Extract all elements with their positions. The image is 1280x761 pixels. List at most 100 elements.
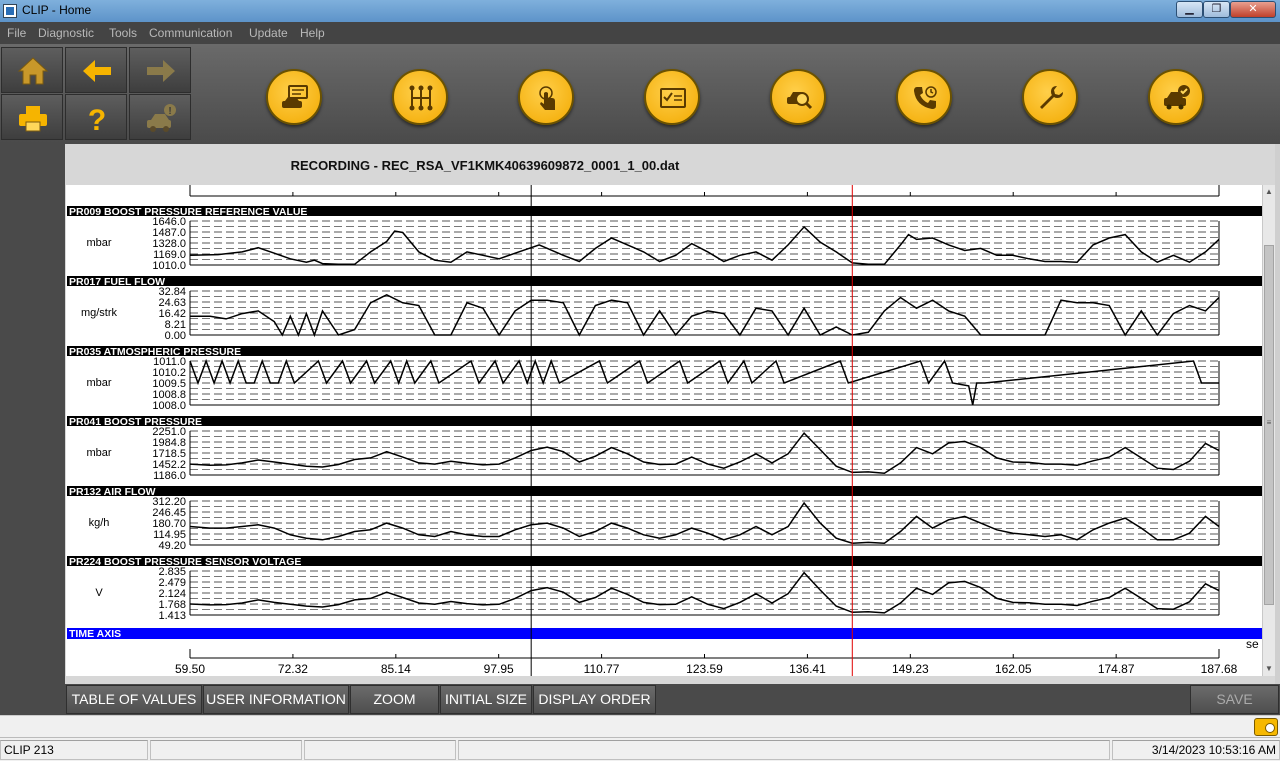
- series-line: [189, 501, 1220, 544]
- vehicle-search-icon: [787, 92, 813, 110]
- close-button[interactable]: ✕: [1230, 1, 1276, 18]
- scroll-down-icon[interactable]: ▼: [1264, 663, 1274, 675]
- channel-name: PR132 AIR FLOW: [69, 486, 156, 498]
- bottom-action-bar: TABLE OF VALUES USER INFORMATION ZOOM IN…: [0, 684, 1280, 715]
- arrow-right-icon: [147, 60, 175, 82]
- menu-diagnostic[interactable]: Diagnostic: [38, 26, 94, 40]
- status-clip-version: CLIP 213: [0, 740, 148, 760]
- time-tick-label: 136.41: [789, 662, 826, 676]
- time-tick-label: 97.95: [484, 662, 514, 676]
- channel-name: PR017 FUEL FLOW: [69, 276, 165, 288]
- time-tick-label: 187.68: [1201, 662, 1238, 676]
- status-datetime: 3/14/2023 10:53:16 AM: [1112, 740, 1280, 760]
- menu-help[interactable]: Help: [300, 26, 325, 40]
- status-cell-4: [458, 740, 1110, 760]
- time-tick-label: 110.77: [584, 662, 620, 676]
- channel-unit: kg/h: [89, 517, 110, 529]
- time-tick-label: 72.32: [278, 662, 308, 676]
- status-icon-row: [0, 715, 1280, 737]
- recording-title: RECORDING - REC_RSA_VF1KMK40639609872_00…: [290, 158, 680, 173]
- camera-icon[interactable]: [1254, 718, 1278, 736]
- vehicle-alert-icon: !: [147, 104, 176, 132]
- channel-name: PR009 BOOST PRESSURE REFERENCE VALUE: [69, 206, 307, 218]
- menu-bar: File Diagnostic Tools Communication Upda…: [0, 22, 1280, 44]
- channel-header-bar: [67, 346, 1262, 356]
- back-button[interactable]: [65, 47, 127, 93]
- status-cell-3: [304, 740, 456, 760]
- menu-communication[interactable]: Communication: [149, 26, 232, 40]
- channel-header-bar: [67, 276, 1262, 286]
- recording-chart[interactable]: PR009 BOOST PRESSURE REFERENCE VALUE mbar…: [66, 185, 1262, 676]
- time-axis-unit: se: [1246, 637, 1259, 651]
- series-line: [189, 431, 1220, 474]
- left-panel: [0, 144, 65, 684]
- ecu-network-button[interactable]: [392, 69, 448, 125]
- vehicle-id-button[interactable]: [266, 69, 322, 125]
- menu-tools[interactable]: Tools: [109, 26, 137, 40]
- series-line: [189, 358, 1219, 406]
- time-axis-bar: [67, 628, 1262, 639]
- channel-unit: V: [95, 587, 103, 599]
- vehicle-search-button[interactable]: [770, 69, 826, 125]
- wrench-button[interactable]: [1022, 69, 1078, 125]
- channel-header-bar: [67, 416, 1262, 426]
- svg-text:?: ?: [88, 104, 106, 133]
- home-button[interactable]: [1, 47, 63, 93]
- save-button[interactable]: SAVE: [1190, 685, 1279, 714]
- window-title: CLIP - Home: [22, 3, 92, 17]
- status-cell-2: [150, 740, 302, 760]
- vehicle-check-button[interactable]: [1148, 69, 1204, 125]
- print-button[interactable]: [1, 94, 63, 140]
- checklist-icon: [660, 88, 686, 108]
- arrow-left-icon: [83, 60, 111, 82]
- wrench-icon: [1040, 86, 1063, 109]
- status-bar: CLIP 213 3/14/2023 10:53:16 AM: [0, 737, 1280, 761]
- touch-icon: [539, 86, 555, 110]
- printer-icon: [19, 106, 47, 132]
- forward-button[interactable]: [129, 47, 191, 93]
- time-axis-label: TIME AXIS: [69, 628, 121, 640]
- vehicle-alert-button[interactable]: !: [129, 94, 191, 140]
- zoom-button[interactable]: ZOOM: [350, 685, 439, 714]
- phone-support-button[interactable]: [896, 69, 952, 125]
- y-tick-label: 1010.0: [152, 260, 186, 272]
- time-tick-label: 123.59: [686, 662, 723, 676]
- recording-plot-area: PR009 BOOST PRESSURE REFERENCE VALUE mbar…: [66, 185, 1262, 676]
- user-information-button[interactable]: USER INFORMATION: [203, 685, 349, 714]
- y-tick-label: 49.20: [158, 540, 186, 552]
- y-tick-label: 1008.0: [152, 400, 186, 412]
- recording-panel: RECORDING - REC_RSA_VF1KMK40639609872_00…: [65, 144, 1275, 684]
- right-strip: [1275, 144, 1280, 684]
- maximize-button[interactable]: ❐: [1203, 1, 1230, 18]
- vertical-scrollbar[interactable]: ▲ ≡ ▼: [1262, 185, 1275, 676]
- checklist-button[interactable]: [644, 69, 700, 125]
- ecu-network-icon: [409, 85, 433, 111]
- y-tick-label: 1186.0: [153, 470, 186, 482]
- touch-button[interactable]: [518, 69, 574, 125]
- menu-file[interactable]: File: [7, 26, 26, 40]
- channel-unit: mbar: [86, 377, 111, 389]
- y-tick-label: 0.00: [165, 330, 186, 342]
- title-bar: CLIP - Home ▁ ❐ ✕: [0, 0, 1280, 22]
- svg-text:!: !: [168, 106, 171, 117]
- channel-unit: mg/strk: [81, 307, 118, 319]
- time-tick-label: 85.14: [381, 662, 411, 676]
- vehicle-check-icon: [1164, 85, 1190, 110]
- scroll-up-icon[interactable]: ▲: [1264, 186, 1274, 198]
- series-line: [190, 293, 1220, 338]
- app-icon[interactable]: [3, 4, 17, 18]
- vehicle-id-icon: [282, 85, 308, 108]
- series-line: [189, 225, 1220, 266]
- table-of-values-button[interactable]: TABLE OF VALUES: [66, 685, 202, 714]
- home-icon: [17, 57, 49, 85]
- scroll-grip-icon: ≡: [1266, 418, 1272, 427]
- display-order-button[interactable]: DISPLAY ORDER: [533, 685, 656, 714]
- minimize-button[interactable]: ▁: [1176, 1, 1203, 18]
- series-line: [189, 571, 1220, 614]
- menu-update[interactable]: Update: [249, 26, 288, 40]
- help-button[interactable]: ?: [65, 94, 127, 140]
- time-tick-label: 149.23: [892, 662, 929, 676]
- initial-size-button[interactable]: INITIAL SIZE: [440, 685, 532, 714]
- time-tick-label: 59.50: [175, 662, 205, 676]
- phone-support-icon: [914, 86, 937, 109]
